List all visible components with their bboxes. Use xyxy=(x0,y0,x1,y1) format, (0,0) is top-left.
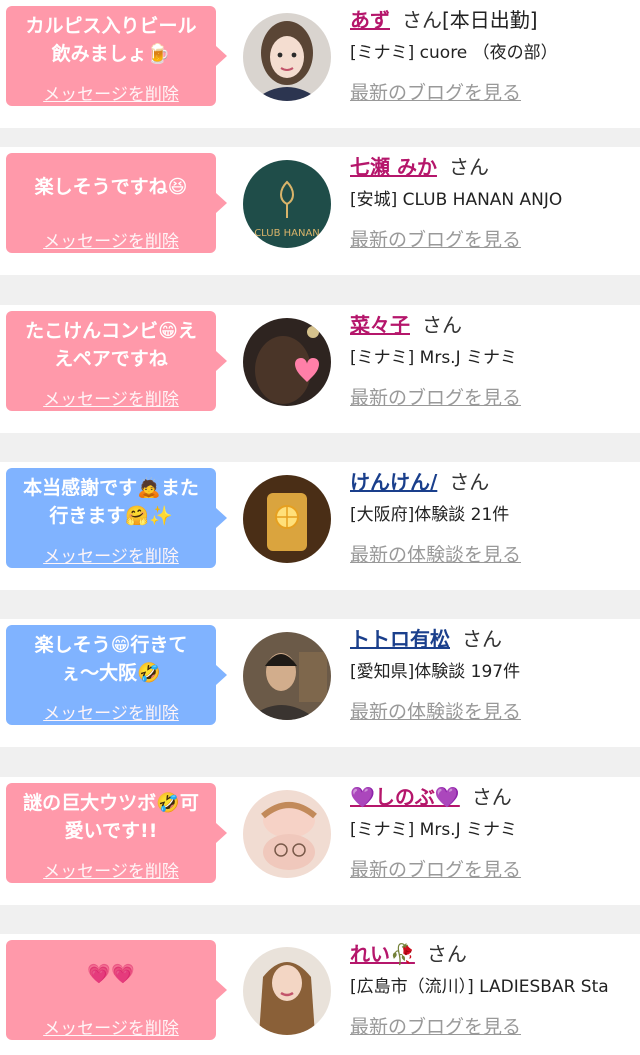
message-card: 💗💗 メッセージを削除 れい🥀 さん [広島市（流川）] LADIESBAR St… xyxy=(0,934,640,1055)
name-line: 菜々子 さん xyxy=(350,309,462,338)
message-text-line: たこけんコンビ😁え xyxy=(25,320,197,342)
honorific: さん xyxy=(462,627,502,651)
shop-info: [ミナミ] cuore （夜の部） xyxy=(350,43,558,63)
profile-name-link[interactable]: 七瀬 みか xyxy=(350,155,437,179)
latest-post-link[interactable]: 最新の体験談を見る xyxy=(350,540,521,567)
message-text-line: 楽しそうですね😆 xyxy=(34,176,188,198)
message-card: 謎の巨大ウツボ🤣可 愛いです!! メッセージを削除 💜しのぶ💜 さん [ミナミ] M… xyxy=(0,777,640,905)
message-card: カルピス入りビール 飲みましょ🍺 メッセージを削除 あず さん[本日出勤] [ミナミ… xyxy=(0,0,640,128)
profile-name-link[interactable]: けんけん/ xyxy=(350,470,437,494)
delete-message-link[interactable]: メッセージを削除 xyxy=(6,1014,216,1039)
message-text-line: 謎の巨大ウツボ🤣可 xyxy=(23,792,199,814)
message-text-line: 本当感謝です🙇また xyxy=(23,477,199,499)
delete-message-link[interactable]: メッセージを削除 xyxy=(6,542,216,567)
message-card: 楽しそうですね😆 メッセージを削除 CLUB HANAN 七瀬 みか さん [安城… xyxy=(0,147,640,275)
delete-message-link[interactable]: メッセージを削除 xyxy=(6,385,216,410)
shop-info: [愛知県]体験談 197件 xyxy=(350,662,521,682)
message-bubble: 本当感謝です🙇また 行きます🤗✨ メッセージを削除 xyxy=(6,468,227,568)
delete-message-link[interactable]: メッセージを削除 xyxy=(6,80,216,105)
latest-post-link[interactable]: 最新のブログを見る xyxy=(350,1012,521,1039)
message-text: カルピス入りビール 飲みましょ🍺 xyxy=(10,6,212,74)
latest-post-link[interactable]: 最新の体験談を見る xyxy=(350,697,521,724)
shop-info: [ミナミ] Mrs.J ミナミ xyxy=(350,820,518,840)
message-text-line: 行きます🤗✨ xyxy=(49,505,173,527)
message-bubble: カルピス入りビール 飲みましょ🍺 メッセージを削除 xyxy=(6,6,227,106)
woman-double-exposure-icon[interactable] xyxy=(243,790,331,878)
honorific: さん xyxy=(426,942,467,966)
name-line: けんけん/さん xyxy=(350,466,489,495)
latest-post-link[interactable]: 最新のブログを見る xyxy=(350,383,521,410)
message-text: 本当感謝です🙇また 行きます🤗✨ xyxy=(10,468,212,536)
name-line: あず さん[本日出勤] xyxy=(350,4,538,33)
name-line: れい🥀 さん xyxy=(350,938,467,967)
message-text: 楽しそう😁行きて ぇ〜大阪🤣 xyxy=(10,625,212,693)
latest-post-link[interactable]: 最新のブログを見る xyxy=(350,225,521,252)
man-portrait-icon[interactable] xyxy=(243,632,331,720)
delete-message-link[interactable]: メッセージを削除 xyxy=(6,227,216,252)
latest-post-link[interactable]: 最新のブログを見る xyxy=(350,78,521,105)
delete-message-link[interactable]: メッセージを削除 xyxy=(6,699,216,724)
profile-name-link[interactable]: あず xyxy=(350,8,390,32)
message-bubble: 謎の巨大ウツボ🤣可 愛いです!! メッセージを削除 xyxy=(6,783,227,883)
profile-name-link[interactable]: 菜々子 xyxy=(350,313,410,337)
shop-info: [安城] CLUB HANAN ANJO xyxy=(350,190,563,210)
message-bubble: 楽しそう😁行きて ぇ〜大阪🤣 メッセージを削除 xyxy=(6,625,227,725)
shop-info: [大阪府]体験談 21件 xyxy=(350,505,510,525)
honorific: さん xyxy=(402,8,442,32)
message-bubble: 楽しそうですね😆 メッセージを削除 xyxy=(6,153,227,253)
delete-message-link[interactable]: メッセージを削除 xyxy=(6,857,216,882)
message-text: 楽しそうですね😆 xyxy=(10,153,212,221)
message-text-line: ぇ〜大阪🤣 xyxy=(61,662,161,684)
svg-text:CLUB HANAN: CLUB HANAN xyxy=(254,228,320,239)
message-text-line: えペアですね xyxy=(54,348,168,370)
message-text-line: 飲みましょ🍺 xyxy=(51,43,171,65)
name-line: トトロ有松 さん xyxy=(350,623,502,652)
honorific: さん xyxy=(422,313,462,337)
message-card: 楽しそう😁行きて ぇ〜大阪🤣 メッセージを削除 トトロ有松 さん [愛知県]体験談 … xyxy=(0,619,640,747)
message-card: たこけんコンビ😁え えペアですね メッセージを削除 菜々子 さん [ミナミ] Mrs… xyxy=(0,305,640,433)
message-text: たこけんコンビ😁え えペアですね xyxy=(10,311,212,379)
shop-info: [ミナミ] Mrs.J ミナミ xyxy=(350,348,518,368)
name-line: 七瀬 みか さん xyxy=(350,151,489,180)
honorific: さん xyxy=(449,470,490,494)
message-card: 本当感謝です🙇また 行きます🤗✨ メッセージを削除 けんけん/さん [大阪府]体験… xyxy=(0,462,640,590)
message-text-line: 楽しそう😁行きて xyxy=(34,634,188,656)
honorific: さん xyxy=(448,155,489,179)
name-line: 💜しのぶ💜 さん xyxy=(350,781,512,810)
profile-name-link[interactable]: れい🥀 xyxy=(350,942,415,966)
shop-info: [広島市（流川）] LADIESBAR Sta xyxy=(350,977,609,997)
profile-name-link[interactable]: トトロ有松 xyxy=(350,627,450,651)
message-text-line: 💗💗 xyxy=(87,963,135,985)
message-bubble: 💗💗 メッセージを削除 xyxy=(6,940,227,1040)
message-text: 💗💗 xyxy=(10,940,212,1008)
message-text-line: 愛いです!! xyxy=(64,820,158,842)
drink-glass-icon[interactable] xyxy=(243,475,331,563)
message-bubble: たこけんコンビ😁え えペアですね メッセージを削除 xyxy=(6,311,227,411)
latest-post-link[interactable]: 最新のブログを見る xyxy=(350,855,521,882)
status-tag: [本日出勤] xyxy=(442,8,538,32)
profile-name-link[interactable]: 💜しのぶ💜 xyxy=(350,785,460,809)
message-list: カルピス入りビール 飲みましょ🍺 メッセージを削除 あず さん[本日出勤] [ミナミ… xyxy=(0,0,640,1055)
honorific: さん xyxy=(471,785,512,809)
club-logo-icon[interactable]: CLUB HANAN xyxy=(243,160,331,248)
woman-portrait-icon[interactable] xyxy=(243,13,331,101)
message-text: 謎の巨大ウツボ🤣可 愛いです!! xyxy=(10,783,212,851)
woman-heart-sticker-icon[interactable] xyxy=(243,318,331,406)
message-text-line: カルピス入りビール xyxy=(25,15,197,37)
woman-long-hair-icon[interactable] xyxy=(243,947,331,1035)
